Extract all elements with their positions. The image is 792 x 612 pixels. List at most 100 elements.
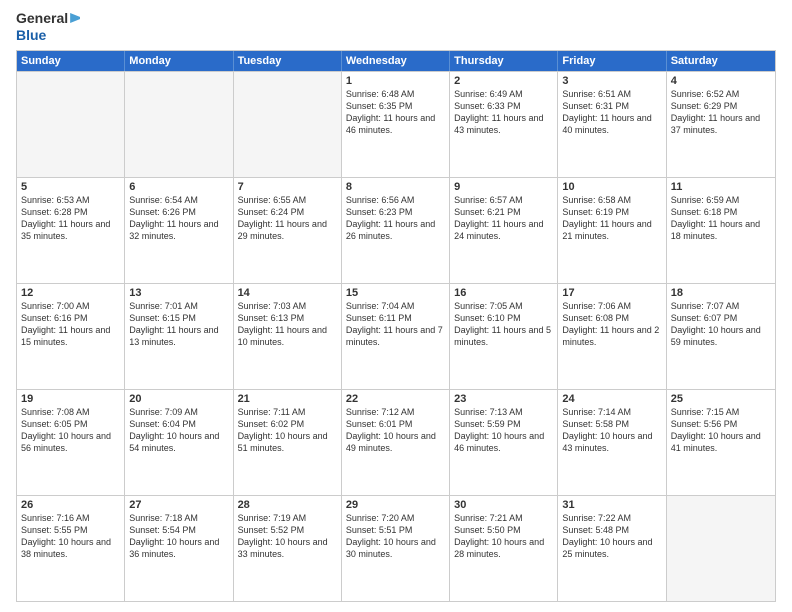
calendar-cell-4-5: 31Sunrise: 7:22 AM Sunset: 5:48 PM Dayli… xyxy=(558,496,666,601)
cell-details: Sunrise: 7:19 AM Sunset: 5:52 PM Dayligh… xyxy=(238,512,337,561)
cell-details: Sunrise: 7:00 AM Sunset: 6:16 PM Dayligh… xyxy=(21,300,120,349)
calendar-cell-1-5: 10Sunrise: 6:58 AM Sunset: 6:19 PM Dayli… xyxy=(558,178,666,283)
day-number: 7 xyxy=(238,181,337,193)
calendar-cell-2-2: 14Sunrise: 7:03 AM Sunset: 6:13 PM Dayli… xyxy=(234,284,342,389)
day-number: 19 xyxy=(21,393,120,405)
calendar-cell-0-2 xyxy=(234,72,342,177)
calendar-cell-4-0: 26Sunrise: 7:16 AM Sunset: 5:55 PM Dayli… xyxy=(17,496,125,601)
logo-blue-text: Blue xyxy=(16,27,80,44)
cell-details: Sunrise: 6:55 AM Sunset: 6:24 PM Dayligh… xyxy=(238,194,337,243)
page-header: General Blue xyxy=(16,10,776,44)
day-number: 2 xyxy=(454,75,553,87)
day-number: 5 xyxy=(21,181,120,193)
calendar-cell-0-0 xyxy=(17,72,125,177)
day-number: 11 xyxy=(671,181,771,193)
day-number: 25 xyxy=(671,393,771,405)
calendar-row-1: 5Sunrise: 6:53 AM Sunset: 6:28 PM Daylig… xyxy=(17,177,775,283)
calendar-cell-1-1: 6Sunrise: 6:54 AM Sunset: 6:26 PM Daylig… xyxy=(125,178,233,283)
day-number: 18 xyxy=(671,287,771,299)
day-number: 4 xyxy=(671,75,771,87)
day-number: 16 xyxy=(454,287,553,299)
calendar-cell-4-4: 30Sunrise: 7:21 AM Sunset: 5:50 PM Dayli… xyxy=(450,496,558,601)
cell-details: Sunrise: 7:04 AM Sunset: 6:11 PM Dayligh… xyxy=(346,300,445,349)
calendar-cell-4-6 xyxy=(667,496,775,601)
cell-details: Sunrise: 6:52 AM Sunset: 6:29 PM Dayligh… xyxy=(671,88,771,137)
cell-details: Sunrise: 6:53 AM Sunset: 6:28 PM Dayligh… xyxy=(21,194,120,243)
calendar-cell-1-3: 8Sunrise: 6:56 AM Sunset: 6:23 PM Daylig… xyxy=(342,178,450,283)
calendar-cell-3-3: 22Sunrise: 7:12 AM Sunset: 6:01 PM Dayli… xyxy=(342,390,450,495)
cell-details: Sunrise: 7:06 AM Sunset: 6:08 PM Dayligh… xyxy=(562,300,661,349)
cell-details: Sunrise: 6:57 AM Sunset: 6:21 PM Dayligh… xyxy=(454,194,553,243)
cell-details: Sunrise: 6:54 AM Sunset: 6:26 PM Dayligh… xyxy=(129,194,228,243)
day-number: 26 xyxy=(21,499,120,511)
cell-details: Sunrise: 7:14 AM Sunset: 5:58 PM Dayligh… xyxy=(562,406,661,455)
day-number: 20 xyxy=(129,393,228,405)
cell-details: Sunrise: 6:58 AM Sunset: 6:19 PM Dayligh… xyxy=(562,194,661,243)
calendar-cell-3-6: 25Sunrise: 7:15 AM Sunset: 5:56 PM Dayli… xyxy=(667,390,775,495)
calendar-cell-2-6: 18Sunrise: 7:07 AM Sunset: 6:07 PM Dayli… xyxy=(667,284,775,389)
day-number: 31 xyxy=(562,499,661,511)
calendar-cell-1-0: 5Sunrise: 6:53 AM Sunset: 6:28 PM Daylig… xyxy=(17,178,125,283)
weekday-header-sunday: Sunday xyxy=(17,51,125,71)
calendar-body: 1Sunrise: 6:48 AM Sunset: 6:35 PM Daylig… xyxy=(17,71,775,601)
cell-details: Sunrise: 6:49 AM Sunset: 6:33 PM Dayligh… xyxy=(454,88,553,137)
day-number: 9 xyxy=(454,181,553,193)
day-number: 12 xyxy=(21,287,120,299)
calendar-cell-3-2: 21Sunrise: 7:11 AM Sunset: 6:02 PM Dayli… xyxy=(234,390,342,495)
calendar-row-0: 1Sunrise: 6:48 AM Sunset: 6:35 PM Daylig… xyxy=(17,71,775,177)
calendar-cell-4-2: 28Sunrise: 7:19 AM Sunset: 5:52 PM Dayli… xyxy=(234,496,342,601)
weekday-header-wednesday: Wednesday xyxy=(342,51,450,71)
day-number: 17 xyxy=(562,287,661,299)
calendar-cell-1-2: 7Sunrise: 6:55 AM Sunset: 6:24 PM Daylig… xyxy=(234,178,342,283)
calendar-cell-3-4: 23Sunrise: 7:13 AM Sunset: 5:59 PM Dayli… xyxy=(450,390,558,495)
calendar-cell-2-5: 17Sunrise: 7:06 AM Sunset: 6:08 PM Dayli… xyxy=(558,284,666,389)
day-number: 8 xyxy=(346,181,445,193)
calendar-cell-3-0: 19Sunrise: 7:08 AM Sunset: 6:05 PM Dayli… xyxy=(17,390,125,495)
calendar-row-3: 19Sunrise: 7:08 AM Sunset: 6:05 PM Dayli… xyxy=(17,389,775,495)
day-number: 28 xyxy=(238,499,337,511)
weekday-header-monday: Monday xyxy=(125,51,233,71)
cell-details: Sunrise: 7:18 AM Sunset: 5:54 PM Dayligh… xyxy=(129,512,228,561)
calendar-cell-4-1: 27Sunrise: 7:18 AM Sunset: 5:54 PM Dayli… xyxy=(125,496,233,601)
calendar-cell-3-5: 24Sunrise: 7:14 AM Sunset: 5:58 PM Dayli… xyxy=(558,390,666,495)
calendar-cell-0-3: 1Sunrise: 6:48 AM Sunset: 6:35 PM Daylig… xyxy=(342,72,450,177)
calendar-cell-4-3: 29Sunrise: 7:20 AM Sunset: 5:51 PM Dayli… xyxy=(342,496,450,601)
calendar-cell-3-1: 20Sunrise: 7:09 AM Sunset: 6:04 PM Dayli… xyxy=(125,390,233,495)
day-number: 14 xyxy=(238,287,337,299)
calendar-cell-0-5: 3Sunrise: 6:51 AM Sunset: 6:31 PM Daylig… xyxy=(558,72,666,177)
day-number: 21 xyxy=(238,393,337,405)
calendar-row-4: 26Sunrise: 7:16 AM Sunset: 5:55 PM Dayli… xyxy=(17,495,775,601)
cell-details: Sunrise: 7:21 AM Sunset: 5:50 PM Dayligh… xyxy=(454,512,553,561)
cell-details: Sunrise: 7:16 AM Sunset: 5:55 PM Dayligh… xyxy=(21,512,120,561)
calendar-header: SundayMondayTuesdayWednesdayThursdayFrid… xyxy=(17,51,775,71)
calendar-cell-2-1: 13Sunrise: 7:01 AM Sunset: 6:15 PM Dayli… xyxy=(125,284,233,389)
day-number: 29 xyxy=(346,499,445,511)
calendar-cell-0-6: 4Sunrise: 6:52 AM Sunset: 6:29 PM Daylig… xyxy=(667,72,775,177)
calendar-row-2: 12Sunrise: 7:00 AM Sunset: 6:16 PM Dayli… xyxy=(17,283,775,389)
logo-icon xyxy=(70,13,80,23)
cell-details: Sunrise: 7:08 AM Sunset: 6:05 PM Dayligh… xyxy=(21,406,120,455)
cell-details: Sunrise: 7:20 AM Sunset: 5:51 PM Dayligh… xyxy=(346,512,445,561)
day-number: 15 xyxy=(346,287,445,299)
day-number: 1 xyxy=(346,75,445,87)
calendar-cell-0-1 xyxy=(125,72,233,177)
cell-details: Sunrise: 7:13 AM Sunset: 5:59 PM Dayligh… xyxy=(454,406,553,455)
day-number: 24 xyxy=(562,393,661,405)
cell-details: Sunrise: 7:05 AM Sunset: 6:10 PM Dayligh… xyxy=(454,300,553,349)
weekday-header-friday: Friday xyxy=(558,51,666,71)
cell-details: Sunrise: 6:59 AM Sunset: 6:18 PM Dayligh… xyxy=(671,194,771,243)
day-number: 22 xyxy=(346,393,445,405)
calendar: SundayMondayTuesdayWednesdayThursdayFrid… xyxy=(16,50,776,602)
cell-details: Sunrise: 7:01 AM Sunset: 6:15 PM Dayligh… xyxy=(129,300,228,349)
day-number: 6 xyxy=(129,181,228,193)
weekday-header-tuesday: Tuesday xyxy=(234,51,342,71)
calendar-cell-1-4: 9Sunrise: 6:57 AM Sunset: 6:21 PM Daylig… xyxy=(450,178,558,283)
cell-details: Sunrise: 7:15 AM Sunset: 5:56 PM Dayligh… xyxy=(671,406,771,455)
logo-general-text: General xyxy=(16,10,68,26)
calendar-cell-1-6: 11Sunrise: 6:59 AM Sunset: 6:18 PM Dayli… xyxy=(667,178,775,283)
cell-details: Sunrise: 6:56 AM Sunset: 6:23 PM Dayligh… xyxy=(346,194,445,243)
day-number: 30 xyxy=(454,499,553,511)
cell-details: Sunrise: 6:51 AM Sunset: 6:31 PM Dayligh… xyxy=(562,88,661,137)
calendar-cell-0-4: 2Sunrise: 6:49 AM Sunset: 6:33 PM Daylig… xyxy=(450,72,558,177)
day-number: 23 xyxy=(454,393,553,405)
